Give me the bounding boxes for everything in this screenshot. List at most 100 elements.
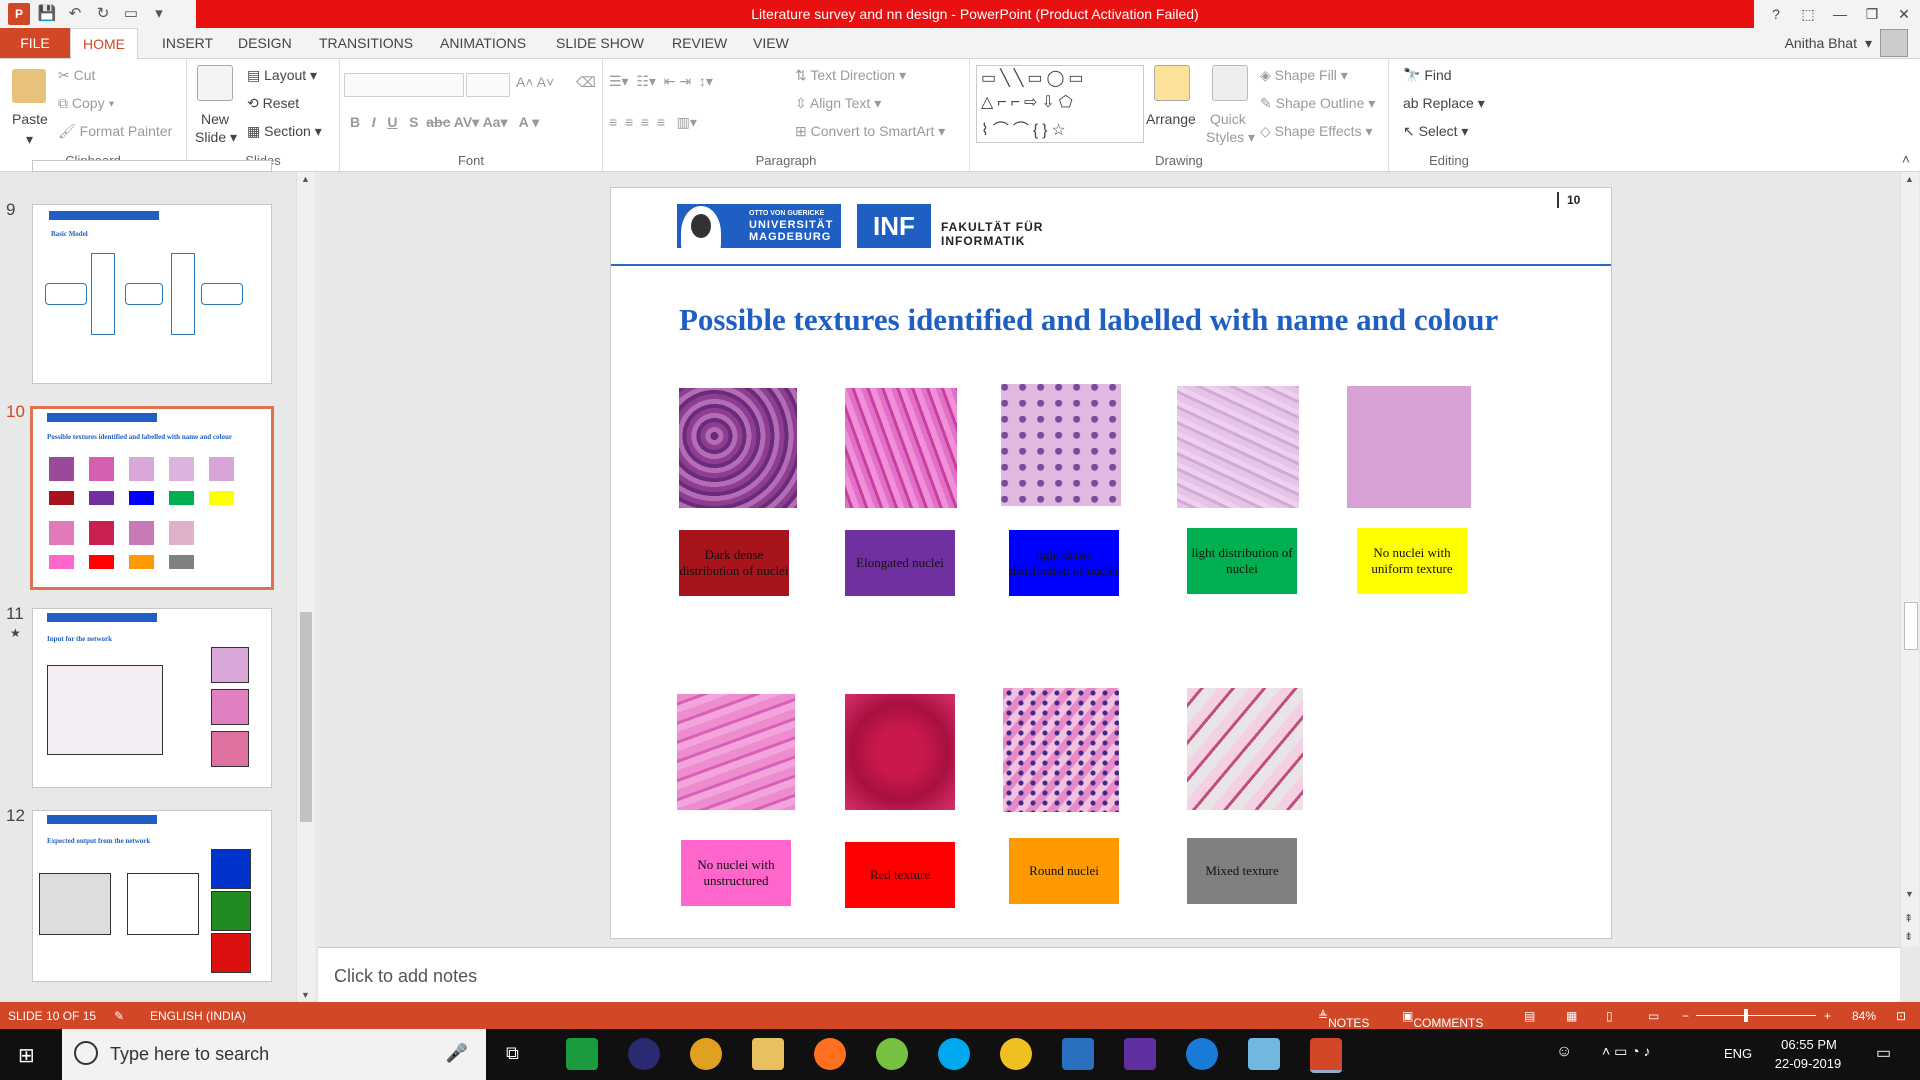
list-buttons[interactable]: ☰▾ ☷▾ ⇤ ⇥ ↕▾ [609,73,713,90]
tab-file[interactable]: FILE [0,28,70,58]
action-center-icon[interactable]: ▭ [1876,1043,1891,1063]
edge-icon[interactable] [1186,1038,1218,1070]
font-name-dropdown[interactable] [344,73,464,97]
layout-button[interactable]: ▤ Layout ▾ [247,67,317,84]
select-button[interactable]: ↖ Select ▾ [1403,123,1468,140]
taskbar-search-box[interactable]: Type here to search 🎤 [62,1029,486,1080]
fit-slide-icon[interactable]: ⊡ [1896,1009,1906,1023]
microphone-icon[interactable]: 🎤 [446,1043,468,1064]
quick-styles-button[interactable]: Styles ▾ [1206,129,1255,146]
restore-icon[interactable]: ❐ [1856,0,1888,28]
thumbnail-slide-9[interactable]: Basic Model [32,204,272,384]
anaconda-icon[interactable] [1000,1038,1032,1070]
notes-pane[interactable]: Click to add notes [318,947,1900,1003]
zoom-slider[interactable] [1696,1015,1816,1016]
arrange-button[interactable]: Arrange [1146,111,1196,127]
find-button[interactable]: 🔭 Find [1403,67,1452,84]
align-buttons[interactable]: ≡ ≡ ≡ ≡ ▥▾ [609,114,697,131]
taskbar-app-icon-2[interactable] [1248,1038,1280,1070]
reading-view-icon[interactable]: ▯ [1606,1009,1613,1023]
tab-view[interactable]: VIEW [741,28,801,58]
scroll-up-icon[interactable]: ▲ [1905,174,1914,184]
reset-button[interactable]: ⟲ Reset [247,95,299,112]
zoom-in-icon[interactable]: + [1824,1009,1831,1023]
eclipse-icon[interactable] [628,1038,660,1070]
skype-icon[interactable] [938,1038,970,1070]
copy-button[interactable]: ⧉ Copy ▾ [58,95,114,112]
replace-button[interactable]: ab Replace ▾ [1403,95,1485,112]
chrome-icon[interactable] [690,1038,722,1070]
shapes-gallery[interactable]: ▭╲╲▭◯▭ △⌐⌐⇨⇩⬠ ⌇⌒⌒{}☆ [976,65,1144,143]
align-text-button[interactable]: ⇳ Align Text ▾ [795,95,881,112]
language-indicator[interactable]: ENGLISH (INDIA) [150,1009,246,1023]
help-icon[interactable]: ? [1760,0,1792,28]
next-slide-icon[interactable]: ⇟ [1904,930,1913,943]
windows-start-icon[interactable]: ⊞ [18,1043,35,1068]
paste-button[interactable]: Paste [12,111,48,127]
normal-view-icon[interactable]: ▤ [1524,1009,1535,1023]
ribbon-display-icon[interactable]: ⬚ [1792,0,1824,28]
tab-slide-show[interactable]: SLIDE SHOW [544,28,656,58]
thumbnail-slide-11[interactable]: Input for the network [32,608,272,788]
notes-button[interactable]: ≜ NOTES [1318,1009,1369,1030]
taskbar-app-icon[interactable] [1062,1038,1094,1070]
start-slideshow-icon[interactable]: ▭ [120,3,142,25]
redo-icon[interactable]: ↻ [92,3,114,25]
shapes-row-2[interactable]: △⌐⌐⇨⇩⬠ [981,92,1077,112]
tab-home[interactable]: HOME [70,28,138,60]
powerpoint-taskbar-icon[interactable] [1310,1038,1342,1073]
task-view-icon[interactable]: ⧉ [506,1043,519,1064]
section-button[interactable]: ▦ Section ▾ [247,123,322,140]
text-direction-button[interactable]: ⇅ Text Direction ▾ [795,67,906,84]
current-slide[interactable]: OTTO VON GUERICKE UNIVERSITÄT MAGDEBURG … [610,187,1612,939]
android-studio-icon[interactable] [876,1038,908,1070]
font-style-buttons[interactable]: B I U S abc AV▾ Aa▾ A ▾ [350,114,539,131]
scroll-down-icon[interactable]: ▼ [1905,889,1914,899]
visual-studio-icon[interactable] [1124,1038,1156,1070]
pycharm-icon[interactable] [566,1038,598,1070]
clear-formatting-icon[interactable]: ⌫ [576,74,596,91]
quick-styles-label-1[interactable]: Quick [1210,111,1246,127]
user-account[interactable]: Anitha Bhat ▾ [1785,28,1908,58]
font-size-dropdown[interactable] [466,73,510,97]
thumbnail-slide-10[interactable]: Possible textures identified and labelle… [30,406,274,590]
clock-date[interactable]: 22-09-2019 [1770,1056,1846,1071]
thumbnail-8-partial[interactable] [32,160,272,172]
slideshow-view-icon[interactable]: ▭ [1648,1009,1659,1023]
paste-chevron-icon[interactable]: ▾ [26,131,33,148]
format-painter-button[interactable]: 🖌 Format Painter [58,123,172,140]
scroll-down-icon[interactable]: ▼ [301,990,310,1000]
slide-scrollbar[interactable]: ▲ ▼ ⇞ ⇟ [1900,172,1919,947]
spellcheck-icon[interactable]: ✎ [114,1009,124,1023]
zoom-slider-handle[interactable] [1744,1009,1748,1022]
system-tray-icons[interactable]: ˄ ▭ ◔ ♪ [1602,1043,1651,1060]
shape-outline-button[interactable]: ✎ Shape Outline ▾ [1260,95,1375,112]
thumbnail-slide-12[interactable]: Expected output from the network [32,810,272,982]
tab-transitions[interactable]: TRANSITIONS [307,28,425,58]
zoom-out-icon[interactable]: − [1682,1009,1689,1023]
notes-placeholder[interactable]: Click to add notes [334,966,477,987]
thumbnails-scrollbar[interactable]: ▲ ▼ [296,172,315,1002]
zoom-level[interactable]: 84% [1852,1009,1876,1023]
cut-button[interactable]: ✂ Cut [58,67,95,84]
shape-fill-button[interactable]: ◈ Shape Fill ▾ [1260,67,1348,84]
tab-design[interactable]: DESIGN [226,28,304,58]
comments-button[interactable]: ▣ COMMENTS [1402,1009,1483,1030]
people-icon[interactable]: ☺ [1556,1043,1572,1061]
collapse-ribbon-icon[interactable]: ˄ [1902,151,1910,167]
slide-sorter-icon[interactable]: ▦ [1566,1009,1577,1023]
slide-title[interactable]: Possible textures identified and labelle… [679,300,1519,340]
tab-insert[interactable]: INSERT [150,28,225,58]
shapes-row-3[interactable]: ⌇⌒⌒{}☆ [981,116,1070,140]
tab-review[interactable]: REVIEW [660,28,739,58]
quick-styles-icon[interactable] [1212,65,1248,101]
arrange-icon[interactable] [1154,65,1190,101]
minimize-icon[interactable]: — [1824,0,1856,28]
clock-time[interactable]: 06:55 PM [1776,1037,1842,1052]
shapes-row-1[interactable]: ▭╲╲▭◯▭ [981,68,1088,88]
close-icon[interactable]: ✕ [1888,0,1920,28]
new-slide-button[interactable]: Slide ▾ [195,129,237,146]
undo-icon[interactable]: ↶ [64,3,86,25]
shape-effects-button[interactable]: ◇ Shape Effects ▾ [1260,123,1373,140]
paste-icon[interactable] [12,69,46,103]
